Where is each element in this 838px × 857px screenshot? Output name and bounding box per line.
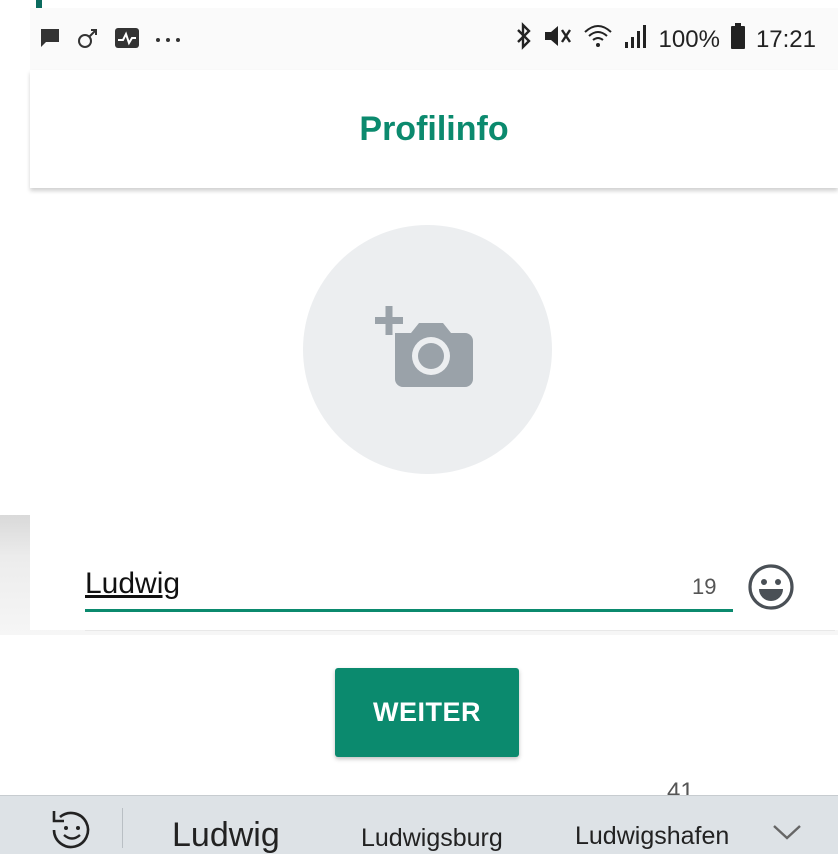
page-title: Profilinfo <box>359 109 509 148</box>
clock: 17:21 <box>755 25 816 53</box>
activity-icon <box>114 26 140 55</box>
more-dots-icon <box>154 26 182 55</box>
signal-icon <box>623 22 649 57</box>
add-camera-icon <box>375 306 473 387</box>
suggestion-1[interactable]: Ludwig <box>172 816 280 855</box>
suggestion-3[interactable]: Ludwigshafen <box>575 822 729 851</box>
background-edge <box>0 8 31 515</box>
suggestion-separator <box>122 808 123 848</box>
battery-percent: 100% <box>658 25 720 53</box>
name-input[interactable] <box>85 562 685 606</box>
suggestion-2[interactable]: Ludwigsburg <box>361 824 503 853</box>
app-header: Profilinfo <box>30 70 838 188</box>
chat-icon <box>38 26 62 55</box>
next-button[interactable]: WEITER <box>335 668 519 757</box>
emoji-refresh-icon <box>52 811 90 849</box>
expand-suggestions-button[interactable] <box>770 820 804 844</box>
name-input-underline <box>85 609 733 612</box>
profile-photo-button[interactable] <box>303 225 552 474</box>
mute-icon <box>543 22 573 57</box>
keyboard-suggestion-bar: Ludwig Ludwigsburg Ludwigshafen <box>0 795 838 854</box>
emoji-smile-icon <box>748 564 794 610</box>
bluetooth-icon <box>515 22 533 57</box>
wifi-icon <box>583 22 613 57</box>
emoji-button[interactable] <box>746 562 796 612</box>
battery-icon <box>730 22 746 57</box>
link-icon <box>76 26 100 55</box>
divider <box>85 630 835 631</box>
chevron-down-icon <box>773 825 801 840</box>
emoji-refresh-button[interactable] <box>46 808 98 852</box>
status-bar: 100% 17:21 <box>30 8 838 70</box>
char-counter: 19 <box>692 574 717 599</box>
